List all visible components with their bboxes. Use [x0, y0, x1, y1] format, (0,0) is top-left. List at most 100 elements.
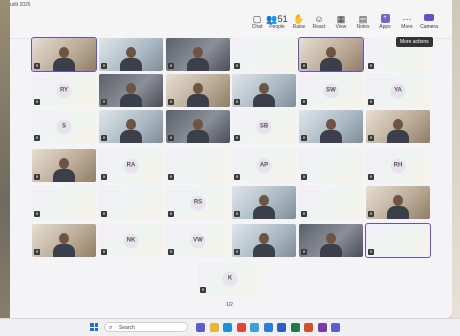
- search-label: Search: [119, 325, 135, 331]
- participant-tile[interactable]: ✕: [366, 110, 430, 143]
- mic-muted-icon: ✕: [34, 63, 40, 69]
- participant-tile[interactable]: ✕: [166, 74, 230, 107]
- participant-tile[interactable]: ✕: [166, 110, 230, 143]
- participant-tile[interactable]: ✕: [232, 74, 296, 107]
- participant-initials: AP: [256, 158, 272, 173]
- word-icon[interactable]: [277, 323, 286, 332]
- mic-muted-icon: ✕: [234, 135, 240, 141]
- page-indicator[interactable]: 1/2: [226, 302, 233, 308]
- participant-initials: K: [222, 271, 238, 286]
- powerpoint-icon[interactable]: [304, 323, 313, 332]
- photos-icon[interactable]: [250, 323, 259, 332]
- taskbar-search[interactable]: ⌕ Search: [104, 322, 188, 332]
- mic-muted-icon: ✕: [168, 63, 174, 69]
- teams-new-icon[interactable]: [331, 323, 340, 332]
- participant-video: [53, 156, 75, 182]
- participant-tile[interactable]: ✕: [166, 38, 230, 71]
- mic-muted-icon: ✕: [101, 174, 107, 180]
- participant-initials: S: [56, 119, 72, 134]
- mic-muted-icon: ✕: [234, 174, 240, 180]
- participant-tile[interactable]: SW ✕: [299, 74, 363, 107]
- teams-icon[interactable]: [196, 323, 205, 332]
- mic-muted-icon: ✕: [168, 211, 174, 217]
- mic-muted-icon: ✕: [101, 135, 107, 141]
- windows-start-icon[interactable]: [90, 323, 98, 331]
- meeting-window: udit 2025 ▢ Chat 👥51 People ✋ Raise ☺ React ▦ Vie…: [10, 0, 452, 318]
- participant-tile[interactable]: SB ✕: [232, 110, 296, 143]
- file-explorer-icon[interactable]: [209, 323, 219, 332]
- participant-tile[interactable]: K ✕: [198, 262, 262, 295]
- mic-muted-icon: ✕: [234, 249, 240, 255]
- participant-tile[interactable]: ✕: [232, 38, 296, 71]
- excel-icon[interactable]: [290, 323, 300, 332]
- mic-muted-icon: ✕: [234, 99, 240, 105]
- participant-tile[interactable]: ✕: [32, 224, 96, 257]
- mic-muted-icon: ✕: [34, 211, 40, 217]
- participant-tile[interactable]: RS ✕: [166, 186, 230, 219]
- mic-muted-icon: ✕: [234, 211, 240, 217]
- participant-tile[interactable]: NK ✕: [99, 224, 163, 257]
- participant-initials: RS: [190, 195, 206, 210]
- participant-grid: ✕ ✕ ✕ ✕ ✕ ✕ RY ✕ ✕ ✕ ✕ SW ✕ YA ✕ S ✕ ✕ ✕ SB ✕ ✕ ✕ ✕ RA ✕ ✕ AP ✕ ✕ RH ✕ ✕…: [10, 0, 452, 318]
- participant-tile[interactable]: ✕: [99, 186, 163, 219]
- mic-muted-icon: ✕: [368, 99, 374, 105]
- participant-video: [120, 81, 142, 107]
- chrome-icon[interactable]: [236, 323, 246, 332]
- more-actions-tooltip: More actions: [396, 37, 433, 47]
- participant-tile[interactable]: ✕: [299, 110, 363, 143]
- mic-muted-icon: ✕: [168, 174, 174, 180]
- mic-muted-icon: ✕: [168, 135, 174, 141]
- participant-tile[interactable]: ✕: [298, 37, 364, 72]
- store-icon[interactable]: [263, 323, 273, 332]
- participant-tile[interactable]: ✕: [365, 223, 431, 258]
- participant-video: [187, 117, 209, 143]
- participant-tile[interactable]: S ✕: [32, 110, 96, 143]
- participant-tile[interactable]: ✕: [32, 149, 96, 182]
- participant-tile[interactable]: ✕: [32, 186, 96, 219]
- participant-video: [387, 117, 409, 143]
- participant-tile[interactable]: ✕: [232, 224, 296, 257]
- mic-muted-icon: ✕: [168, 99, 174, 105]
- participant-video: [320, 117, 342, 143]
- participant-tile[interactable]: ✕: [166, 149, 230, 182]
- participant-initials: VW: [190, 233, 206, 248]
- participant-tile[interactable]: ✕: [99, 110, 163, 143]
- desktop-background-right: [452, 0, 460, 335]
- mic-muted-icon: ✕: [301, 249, 307, 255]
- mic-muted-icon: ✕: [368, 174, 374, 180]
- participant-tile[interactable]: ✕: [31, 37, 97, 72]
- participant-tile[interactable]: YA ✕: [366, 74, 430, 107]
- edge-icon[interactable]: [223, 323, 232, 332]
- mic-muted-icon: ✕: [301, 135, 307, 141]
- mic-muted-icon: ✕: [200, 287, 206, 293]
- participant-tile[interactable]: AP ✕: [232, 149, 296, 182]
- mic-muted-icon: ✕: [101, 63, 107, 69]
- participant-tile[interactable]: ✕: [99, 38, 163, 71]
- windows-taskbar: ⌕ Search: [0, 318, 460, 336]
- participant-initials: RA: [123, 158, 139, 173]
- participant-video: [320, 231, 342, 257]
- participant-tile[interactable]: RH ✕: [366, 149, 430, 182]
- participant-tile[interactable]: VW ✕: [166, 224, 230, 257]
- participant-tile[interactable]: RY ✕: [32, 74, 96, 107]
- participant-video: [120, 117, 142, 143]
- mic-muted-icon: ✕: [301, 174, 307, 180]
- participant-initials: RH: [390, 158, 406, 173]
- participant-tile[interactable]: ✕: [299, 224, 363, 257]
- participant-video: [187, 81, 209, 107]
- participant-tile[interactable]: ✕: [299, 186, 363, 219]
- onenote-icon[interactable]: [317, 323, 327, 332]
- participant-video: [53, 231, 75, 257]
- participant-video: [253, 81, 275, 107]
- participant-tile[interactable]: ✕: [299, 149, 363, 182]
- participant-initials: YA: [390, 83, 406, 98]
- mic-muted-icon: ✕: [301, 63, 307, 69]
- mic-muted-icon: ✕: [368, 211, 374, 217]
- participant-initials: SB: [256, 119, 272, 134]
- participant-tile[interactable]: ✕: [366, 186, 430, 219]
- participant-tile[interactable]: ✕: [232, 186, 296, 219]
- participant-initials: NK: [123, 233, 139, 248]
- participant-tile[interactable]: RA ✕: [99, 149, 163, 182]
- participant-initials: SW: [323, 83, 339, 98]
- participant-tile[interactable]: ✕: [99, 74, 163, 107]
